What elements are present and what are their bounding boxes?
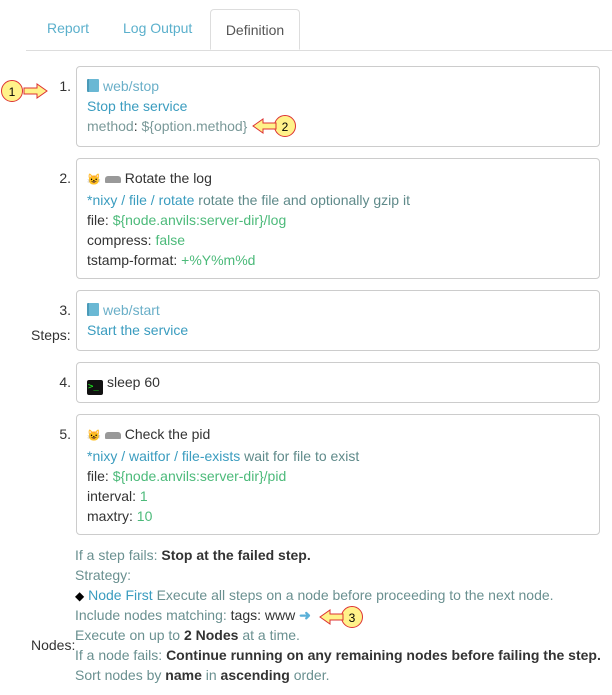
config-key: file: [87,212,109,228]
diamond-icon: ◆ [75,589,85,603]
callout-arrow-icon [319,609,344,625]
step-5: 😺 Check the pid *nixy / waitfor / file-ex… [76,414,600,535]
step-title: Check the pid [124,426,211,442]
config-value: ${node.anvils:server-dir}/pid [112,468,287,484]
plugin-name: *nixy / file / rotate [87,192,195,208]
config-key: tstamp-format: [87,252,178,268]
config-value: ${node.anvils:server-dir}/log [112,212,287,228]
job-description: Start the service [87,322,189,338]
job-link[interactable]: web/start [103,302,160,318]
callout-1: 1 [1,80,23,102]
disk-icon [104,432,121,439]
config-key: interval: [87,488,137,504]
strategy-label: Strategy: [75,567,132,583]
step-2: 😺 Rotate the log *nixy / file / rotate ro… [76,158,600,279]
thread-count-setting: Execute on up to 2 Nodes at a time. [75,627,300,643]
option-value: ${option.method} [141,118,248,134]
cat-icon: 😺 [87,174,101,186]
nodes-label: Nodes: [31,637,76,653]
plugin-description: wait for file to exist [244,448,360,464]
terminal-icon: >_ [87,380,103,395]
tab-bar-divider [26,50,612,51]
step-3: web/start Start the service [76,290,600,351]
node-fail-setting: If a node fails: Continue running on any… [75,647,601,663]
book-icon [87,303,99,316]
step-fail-setting: If a step fails: Stop at the failed step… [75,547,311,563]
job-link[interactable]: web/stop [103,78,159,94]
job-description: Stop the service [87,98,188,114]
tab-log-output[interactable]: Log Output [123,20,192,36]
step-number: 5. [59,426,71,442]
step-number: 2. [59,170,71,186]
step-4: >_ sleep 60 [76,362,600,403]
step-number: 3. [59,302,71,318]
config-value: 1 [139,488,148,504]
option-key: method [87,118,134,134]
step-title: Rotate the log [124,170,212,186]
config-key: maxtry: [87,508,133,524]
callout-2: 2 [274,115,296,137]
tab-report[interactable]: Report [47,20,89,36]
book-icon [87,79,99,92]
tab-definition[interactable]: Definition [210,9,300,50]
command-text: sleep 60 [107,374,160,390]
config-value: 10 [136,508,153,524]
callout-arrow-icon [252,118,277,134]
steps-label: Steps: [31,327,71,343]
disk-icon [104,176,121,183]
plugin-description: rotate the file and optionally gzip it [198,192,410,208]
plugin-name: *nixy / waitfor / file-exists [87,448,241,464]
sort-setting: Sort nodes by name in ascending order. [75,667,330,683]
arrow-right-icon[interactable]: ➜ [299,607,311,623]
step-1: web/stop Stop the service method: ${opti… [76,66,600,147]
callout-arrow-icon [23,83,48,99]
config-value: +%Y%m%d [181,252,256,268]
callout-3: 3 [341,606,363,628]
cat-icon: 😺 [87,430,101,442]
config-value: false [155,232,186,248]
config-key: file: [87,468,109,484]
step-number: 4. [59,374,71,390]
strategy-setting: ◆ Node First Execute all steps on a node… [75,587,554,603]
node-filter-setting: Include nodes matching: tags: www ➜ [75,607,311,623]
config-key: compress: [87,232,152,248]
